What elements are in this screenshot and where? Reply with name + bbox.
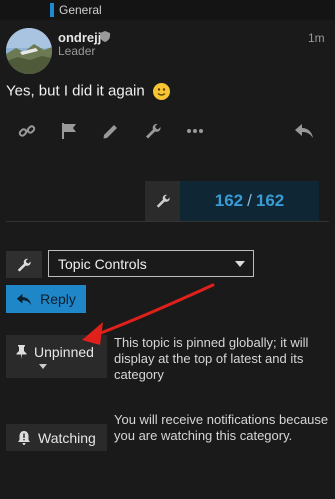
thumbtack-icon bbox=[16, 345, 27, 359]
category-label: General bbox=[59, 3, 102, 17]
pin-label: Unpinned bbox=[34, 344, 94, 360]
reply-label: Reply bbox=[40, 291, 76, 307]
chevron-down-icon bbox=[39, 364, 47, 369]
flag-icon[interactable] bbox=[56, 118, 82, 144]
topic-controls-label: Topic Controls bbox=[58, 255, 147, 272]
post-body: Yes, but I did it again bbox=[6, 82, 170, 100]
user-role: Leader bbox=[58, 44, 96, 58]
avatar[interactable] bbox=[6, 28, 52, 74]
progress-total: 162 bbox=[255, 191, 285, 210]
progress-current: 162 bbox=[214, 191, 244, 210]
notifications-description: You will receive notifications because y… bbox=[114, 412, 329, 443]
slight-smile-icon bbox=[152, 82, 170, 100]
topic-progress[interactable]: 162 / 162 bbox=[180, 181, 319, 221]
wrench-icon[interactable] bbox=[140, 118, 166, 144]
post-time[interactable]: 1m bbox=[308, 31, 325, 45]
pin-button[interactable]: Unpinned bbox=[6, 335, 107, 378]
notifications-label: Watching bbox=[38, 429, 96, 446]
reply-arrow-icon[interactable] bbox=[291, 118, 317, 144]
reply-icon bbox=[16, 293, 32, 305]
divider bbox=[6, 221, 329, 222]
bell-exclamation-icon bbox=[18, 430, 30, 445]
category-color-bar bbox=[50, 3, 54, 17]
topic-admin-wrench-button[interactable] bbox=[6, 251, 42, 278]
reply-button[interactable]: Reply bbox=[6, 285, 86, 313]
top-bar: General bbox=[0, 0, 335, 20]
shield-icon bbox=[100, 31, 110, 42]
more-icon[interactable] bbox=[182, 118, 208, 144]
pin-description: This topic is pinned globally; it will d… bbox=[114, 335, 309, 382]
chevron-down-icon bbox=[235, 261, 245, 267]
post-text: Yes, but I did it again bbox=[6, 82, 145, 100]
pencil-icon[interactable] bbox=[98, 118, 124, 144]
notifications-button[interactable]: Watching bbox=[6, 424, 107, 451]
username[interactable]: ondrejj bbox=[58, 30, 101, 45]
link-icon[interactable] bbox=[14, 118, 40, 144]
admin-wrench-button[interactable] bbox=[145, 181, 180, 221]
category-badge[interactable]: General bbox=[50, 3, 102, 17]
post-actions bbox=[0, 118, 335, 144]
progress-separator: / bbox=[247, 191, 252, 210]
topic-controls-select[interactable]: Topic Controls bbox=[48, 250, 254, 277]
